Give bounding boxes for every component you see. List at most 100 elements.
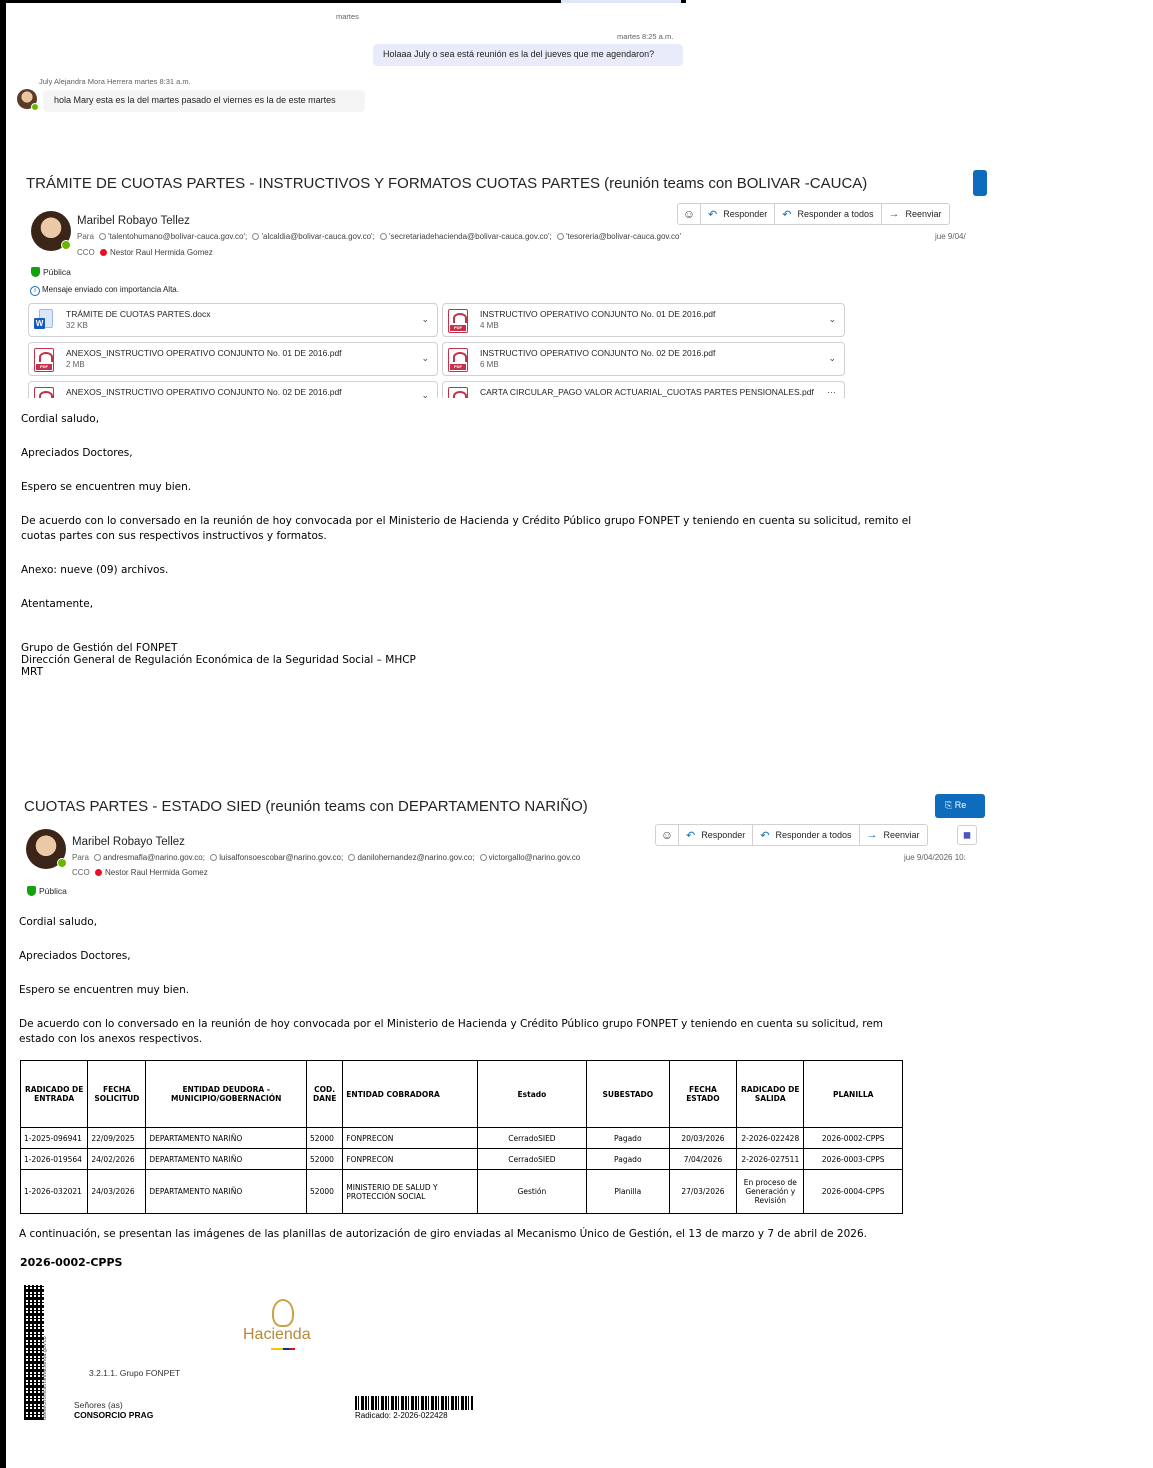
reply-arrow-icon: ↶ [708,208,718,221]
attachment-card[interactable]: PDF ANEXOS_INSTRUCTIVO OPERATIVO CONJUNT… [28,381,438,398]
pdf-file-icon: PDF [448,348,468,372]
chevron-down-icon[interactable]: ⌄ [828,353,836,364]
reply-label: Responder [701,830,746,840]
table-cell: 22/09/2025 [87,1127,147,1149]
chat-my-message[interactable]: Holaaa July o sea está reunión es la del… [373,44,683,66]
reply-all-button[interactable]: ↶ Responder a todos [752,824,860,846]
column-header: ENTIDAD COBRADORA [342,1060,479,1128]
email1-date: jue 9/04/ [935,232,966,241]
email2-sender-name[interactable]: Maribel Robayo Tellez [72,836,185,848]
chat-their-header: July Alejandra Mora Herrera martes 8:31 … [39,77,191,86]
forward-button[interactable]: → Reenviar [880,203,950,225]
chevron-down-icon[interactable]: ⌄ [421,390,429,398]
recipient-status-icon [348,854,356,861]
table-cell: MINISTERIO DE SALUD Y PROTECCIÓN SOCIAL [342,1169,479,1214]
reply-all-button[interactable]: ↶ Responder a todos [774,203,882,225]
chat-their-message[interactable]: hola Mary esta es la del martes pasado e… [43,90,365,112]
email1-side-button[interactable] [973,170,987,196]
recipient[interactable]: luisalfonsoescobar@narino.gov.co; [219,853,343,862]
attachment-card[interactable]: W TRÁMITE DE CUOTAS PARTES.docx 32 KB ⌄ [28,303,438,337]
doc-recipient: Señores (as) CONSORCIO PRAG [74,1400,153,1420]
table-cell: 27/03/2026 [668,1169,738,1214]
word-file-icon: W [34,309,54,333]
recipient-status-icon [210,854,218,861]
chevron-down-icon[interactable]: ⌄ [421,353,429,364]
open-icon: ⎘ [945,800,955,810]
recipient-status-icon [99,233,107,240]
sensitivity-label[interactable]: Pública [31,267,71,277]
attachment-name: CARTA CIRCULAR_PAGO VALOR ACTUARIAL_CUOT… [480,387,814,397]
email1-paragraph-line: De acuerdo con lo conversado en la reuni… [21,515,912,527]
table-cell: 52000 [306,1148,344,1170]
reply-button[interactable]: ↶ Responder [700,203,776,225]
email2-subject: CUOTAS PARTES - ESTADO SIED (reunión tea… [24,798,588,815]
reply-button[interactable]: ↶ Responder [678,824,754,846]
qr-code [24,1285,44,1420]
presence-available-icon [31,103,39,111]
attachment-card[interactable]: PDF INSTRUCTIVO OPERATIVO CONJUNTO No. 0… [442,342,845,376]
email1-signature-line: Dirección General de Regulación Económic… [21,654,416,666]
table-cell: 24/02/2026 [87,1148,147,1170]
cco-label: CCO [72,868,90,877]
recipient[interactable]: danilohernandez@narino.gov.co; [357,853,474,862]
recipient-status-icon [380,233,388,240]
email1-paragraph-line: cuotas partes con sus respectivos instru… [21,530,327,542]
email2-side-button[interactable]: ⎘ Re [935,794,985,818]
email1-sender-name[interactable]: Maribel Robayo Tellez [77,215,190,227]
presence-available-icon [57,858,67,868]
email1-signature-line: Grupo de Gestión del FONPET [21,642,178,654]
email1-anexo: Anexo: nueve (09) archivos. [21,564,169,576]
attachment-card[interactable]: PDF ANEXOS_INSTRUCTIVO OPERATIVO CONJUNT… [28,342,438,376]
reply-label: Responder [723,209,768,219]
table-cell: 2026-0004-CPPS [803,1169,903,1214]
barcode [355,1396,473,1410]
attachment-size: 4 MB [480,321,499,330]
email2-to-line: Para andresmafla@narino.gov.co; luisalfo… [72,853,580,862]
coat-of-arms-icon [272,1299,294,1327]
forward-label: Reenviar [905,209,942,219]
table-row: 1-2026-032021 24/03/2026 DEPARTAMENTO NA… [19,1169,903,1214]
recipient[interactable]: 'talentohumano@bolivar-cauca.gov.co'; [108,232,247,241]
chevron-down-icon[interactable]: ⌄ [421,314,429,325]
column-header: ENTIDAD DEUDORA - MUNICIPIO/GOBERNACIÓN [145,1060,308,1128]
reply-all-icon: ↶ [782,208,792,221]
emoji-react-button[interactable]: ☺ [677,203,701,225]
email1-signature-line: MRT [21,666,44,678]
attachment-name: TRÁMITE DE CUOTAS PARTES.docx [66,309,211,319]
recipient[interactable]: 'secretariadehacienda@bolivar-cauca.gov.… [389,232,552,241]
chat-day-separator: martes [336,12,359,21]
column-header: FECHA SOLICITUD [87,1060,147,1128]
doc-radicado: Radicado: 2-2026-022428 [355,1411,448,1420]
recipient[interactable]: 'tesoreria@bolivar-cauca.gov.co' [566,232,681,241]
recipient[interactable]: andresmafla@narino.gov.co; [103,853,205,862]
table-cell: 2-2026-022428 [736,1127,805,1149]
attachment-card[interactable]: PDF CARTA CIRCULAR_PAGO VALOR ACTUARIAL_… [442,381,845,398]
hacienda-logo: Hacienda [243,1326,311,1343]
recipient-status-icon [556,233,564,240]
attachment-card[interactable]: PDF INSTRUCTIVO OPERATIVO CONJUNTO No. 0… [442,303,845,337]
table-cell: 52000 [306,1127,344,1149]
more-icon[interactable]: … [827,385,836,395]
toolbar-pill [561,0,681,3]
teams-icon[interactable]: ◼ [957,825,977,845]
emoji-react-button[interactable]: ☺ [655,824,679,846]
column-header: RADICADO DE ENTRADA [19,1060,89,1128]
recipient[interactable]: Nestor Raul Hermida Gomez [110,248,213,257]
sensitivity-label[interactable]: Pública [27,886,67,896]
table-cell: En proceso de Generación y Revisión [736,1169,805,1214]
importance-notice: i Mensaje enviado con importancia Alta. [30,285,179,296]
email2-date: jue 9/04/2026 10: [904,853,966,862]
qr-caption: dsellectronica.minhacienda.gov.co [42,1336,48,1420]
forward-label: Reenviar [883,830,920,840]
recipient[interactable]: 'alcaldia@bolivar-cauca.gov.co'; [261,232,374,241]
emoji-icon: ☺ [682,207,696,221]
pdf-file-icon: PDF [34,348,54,372]
doc-consorcio: CONSORCIO PRAG [74,1410,154,1420]
recipient[interactable]: victorgallo@narino.gov.co [489,853,581,862]
forward-button[interactable]: → Reenviar [858,824,928,846]
chevron-down-icon[interactable]: ⌄ [828,314,836,325]
recipient[interactable]: Nestor Raul Hermida Gomez [105,868,208,877]
reply-arrow-icon: ↶ [686,829,696,842]
column-header: RADICADO DE SALIDA [736,1060,805,1128]
email2-action-bar: ☺ ↶ Responder ↶ Responder a todos → Reenvia… [655,824,928,846]
